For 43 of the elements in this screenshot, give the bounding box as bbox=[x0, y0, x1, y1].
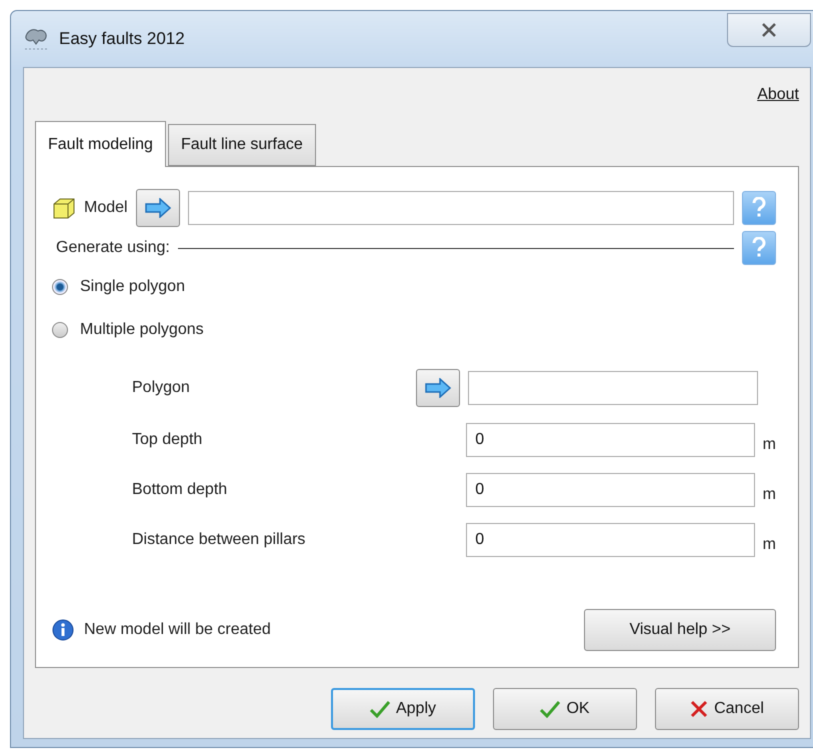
radio-label: Multiple polygons bbox=[80, 320, 204, 338]
close-icon bbox=[761, 23, 777, 37]
arrow-icon bbox=[144, 198, 172, 218]
field-label: Distance between pillars bbox=[132, 531, 306, 549]
tab[interactable]: Fault modeling bbox=[35, 121, 166, 167]
window-title: Easy faults 2012 bbox=[59, 29, 186, 49]
radio-button[interactable] bbox=[52, 278, 68, 294]
field-label: Top depth bbox=[132, 431, 204, 449]
unit-label: m bbox=[762, 536, 776, 554]
unit-label: m bbox=[762, 486, 776, 504]
select-button[interactable] bbox=[136, 189, 180, 227]
select-button[interactable] bbox=[416, 369, 460, 407]
field-label: Bottom depth bbox=[132, 481, 228, 499]
check-icon bbox=[540, 700, 560, 718]
visual-help-button[interactable]: Visual help >> bbox=[584, 609, 776, 651]
field-label: Polygon bbox=[132, 379, 191, 397]
help-button[interactable] bbox=[742, 191, 776, 225]
radio-button[interactable] bbox=[52, 322, 68, 338]
close-button[interactable] bbox=[727, 13, 811, 47]
number-field[interactable]: 0 bbox=[466, 423, 755, 457]
arrow-icon bbox=[424, 378, 452, 398]
section-label: Generate using: bbox=[56, 239, 170, 257]
info-message: New model will be created bbox=[84, 621, 272, 639]
number-field[interactable]: 0 bbox=[466, 523, 755, 557]
unit-label: m bbox=[762, 436, 776, 454]
cube-icon bbox=[52, 197, 76, 219]
question-mark-icon bbox=[752, 197, 766, 219]
number-field[interactable]: 0 bbox=[466, 473, 755, 507]
about-link[interactable]: About bbox=[757, 86, 799, 104]
dialog-button[interactable]: OK bbox=[493, 688, 637, 730]
check-icon bbox=[370, 700, 390, 718]
question-mark-icon bbox=[752, 237, 766, 259]
tab[interactable]: Fault line surface bbox=[168, 124, 316, 166]
polygon-field[interactable] bbox=[468, 371, 758, 405]
cross-icon bbox=[690, 700, 708, 718]
model-label: Model bbox=[84, 199, 128, 217]
help-button[interactable] bbox=[742, 231, 776, 265]
model-field[interactable] bbox=[188, 191, 734, 225]
radio-label: Single polygon bbox=[80, 278, 185, 296]
app-icon bbox=[23, 26, 49, 52]
dialog-button[interactable]: Apply bbox=[331, 688, 475, 730]
dialog-button[interactable]: Cancel bbox=[655, 688, 799, 730]
info-icon bbox=[52, 619, 74, 641]
